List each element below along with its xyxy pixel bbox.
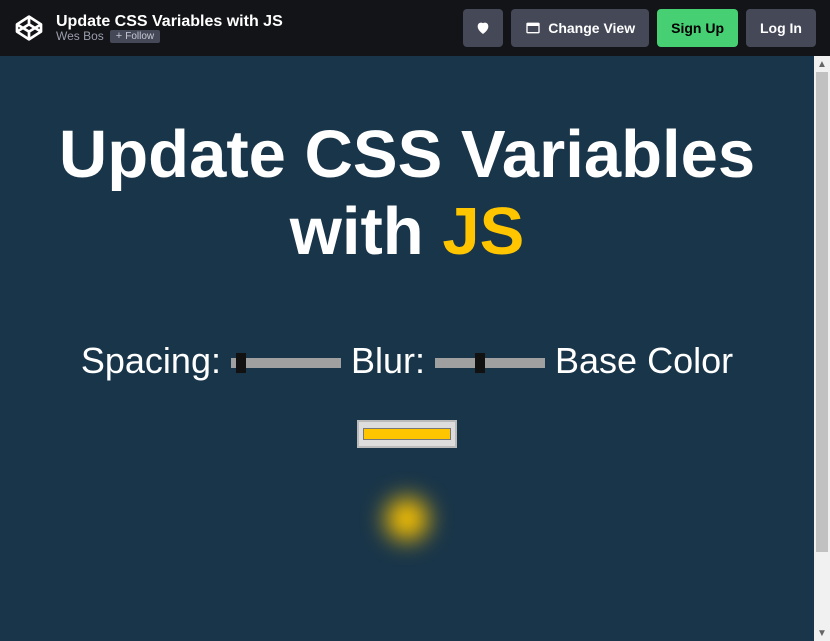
controls-row: Spacing: Blur: Base Color bbox=[0, 340, 814, 448]
change-view-label: Change View bbox=[548, 20, 635, 36]
follow-button[interactable]: + Follow bbox=[110, 30, 160, 43]
layout-icon bbox=[525, 20, 541, 36]
base-color-label: Base Color bbox=[555, 340, 733, 382]
spacing-slider[interactable] bbox=[231, 358, 341, 368]
blurred-image-preview bbox=[386, 498, 428, 540]
preview-content: Update CSS Variables with JS Spacing: Bl… bbox=[0, 56, 814, 641]
page-heading: Update CSS Variables with JS bbox=[0, 116, 814, 270]
heading-text: Update CSS Variables with bbox=[59, 117, 755, 269]
login-button[interactable]: Log In bbox=[746, 9, 816, 47]
header-bar: Update CSS Variables with JS Wes Bos + F… bbox=[0, 0, 830, 56]
pen-author[interactable]: Wes Bos bbox=[56, 30, 104, 43]
like-button[interactable] bbox=[463, 9, 503, 47]
heading-highlight: JS bbox=[442, 194, 524, 269]
signup-label: Sign Up bbox=[671, 20, 724, 36]
follow-label: Follow bbox=[125, 31, 154, 42]
pen-title[interactable]: Update CSS Variables with JS bbox=[56, 13, 283, 31]
heart-icon bbox=[475, 20, 491, 36]
change-view-button[interactable]: Change View bbox=[511, 9, 649, 47]
blur-slider[interactable] bbox=[435, 358, 545, 368]
scroll-down-icon[interactable]: ▼ bbox=[814, 625, 830, 641]
spacing-label: Spacing: bbox=[81, 340, 221, 382]
scroll-thumb[interactable] bbox=[816, 72, 828, 552]
base-color-input[interactable] bbox=[357, 420, 457, 448]
pen-meta: Update CSS Variables with JS Wes Bos + F… bbox=[56, 13, 283, 44]
blur-label: Blur: bbox=[351, 340, 425, 382]
scroll-up-icon[interactable]: ▲ bbox=[814, 56, 830, 72]
vertical-scrollbar[interactable]: ▲ ▼ bbox=[814, 56, 830, 641]
login-label: Log In bbox=[760, 20, 802, 36]
header-actions: Change View Sign Up Log In bbox=[463, 9, 816, 47]
signup-button[interactable]: Sign Up bbox=[657, 9, 738, 47]
codepen-logo bbox=[14, 13, 44, 43]
plus-icon: + bbox=[116, 31, 122, 42]
preview-pane: Update CSS Variables with JS Spacing: Bl… bbox=[0, 56, 830, 641]
